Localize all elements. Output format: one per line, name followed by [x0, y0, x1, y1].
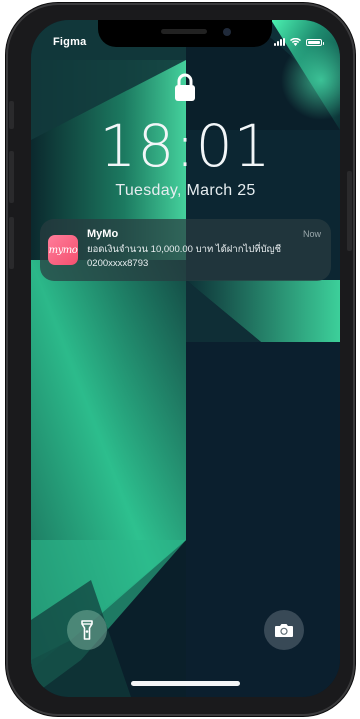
camera-icon — [275, 624, 293, 637]
mymo-app-icon: mymo — [48, 235, 78, 265]
lock-icon — [175, 73, 195, 101]
wifi-icon — [290, 38, 301, 46]
notification-body: ยอดเงินจำนวน 10,000.00 บาท ได้ฝากไปที่บั… — [87, 243, 323, 271]
lock-screen-time: 18:01 — [99, 112, 272, 180]
app-icon-label: mymo — [48, 244, 78, 256]
front-camera — [223, 28, 231, 36]
notch — [98, 20, 272, 47]
flashlight-icon — [81, 620, 93, 640]
status-icons — [274, 38, 324, 46]
volume-down-button — [9, 217, 14, 269]
notification-app-name: MyMo — [87, 228, 119, 240]
carrier-label: Figma — [53, 36, 87, 48]
volume-up-button — [9, 151, 14, 203]
earpiece-speaker — [161, 29, 207, 34]
notification-body-line-2: 0200xxxx8793 — [87, 258, 149, 269]
notification-card[interactable]: mymo MyMo Now ยอดเงินจำนวน 10,000.00 บาท… — [40, 219, 331, 281]
mute-switch — [9, 101, 14, 129]
notification-timestamp: Now — [302, 229, 321, 239]
power-button — [347, 171, 352, 251]
battery-icon — [306, 38, 324, 46]
cellular-signal-icon — [274, 38, 285, 46]
flashlight-button[interactable] — [67, 610, 107, 650]
lock-screen-date: Tuesday, March 25 — [115, 182, 256, 199]
lock-screen: Figma 18:01 Tuesday, March 25 mymo MyMo — [31, 20, 340, 697]
notification-body-line-1: ยอดเงินจำนวน 10,000.00 บาท ได้ฝากไปที่บั… — [87, 244, 282, 255]
camera-button[interactable] — [264, 610, 304, 650]
home-indicator[interactable] — [131, 681, 240, 686]
